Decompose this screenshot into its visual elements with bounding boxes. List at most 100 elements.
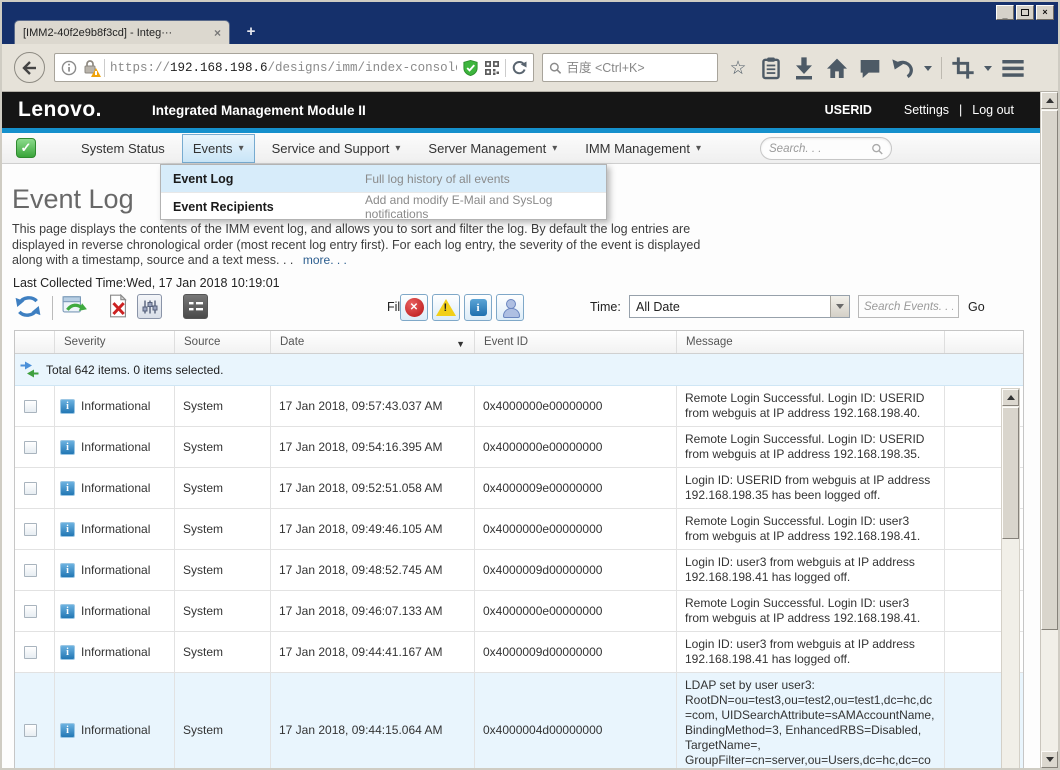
bookmark-star-icon[interactable]: ☆ bbox=[726, 56, 750, 80]
message-cell: LDAP set by user user3: RootDN=ou=test3,… bbox=[677, 673, 945, 768]
table-scroll-up-button[interactable] bbox=[1002, 389, 1019, 406]
delete-events-button[interactable] bbox=[106, 294, 130, 318]
site-info-icon[interactable] bbox=[61, 60, 77, 76]
row-checkbox[interactable] bbox=[24, 441, 37, 454]
date-cell: 17 Jan 2018, 09:48:52.745 AM bbox=[271, 550, 475, 590]
source-cell: System bbox=[175, 427, 271, 467]
nav-item-imm-management[interactable]: IMM Management▾ bbox=[574, 134, 712, 163]
search-events-box[interactable] bbox=[858, 295, 959, 318]
reload-icon[interactable] bbox=[511, 60, 527, 76]
menu-item-event-recipients[interactable]: Event RecipientsAdd and modify E-Mail an… bbox=[161, 192, 606, 219]
screenshot-dropdown-icon[interactable] bbox=[984, 66, 992, 71]
downloads-icon[interactable] bbox=[792, 56, 816, 80]
tab-close-icon[interactable]: × bbox=[214, 26, 221, 40]
screenshot-tool-icon[interactable] bbox=[951, 56, 975, 80]
bookmarks-menu-icon[interactable] bbox=[759, 56, 783, 80]
more-link[interactable]: more. . . bbox=[303, 253, 347, 267]
event-log-row[interactable]: i Informational System 17 Jan 2018, 09:4… bbox=[15, 632, 1023, 673]
event-log-row[interactable]: i Informational System 17 Jan 2018, 09:5… bbox=[15, 468, 1023, 509]
column-header-source[interactable]: Source bbox=[175, 331, 271, 353]
insecure-lock-icon[interactable] bbox=[82, 59, 99, 76]
search-events-input[interactable] bbox=[864, 301, 953, 313]
url-text[interactable]: https://192.168.198.6/designs/imm/index-… bbox=[110, 61, 457, 75]
toolbar-divider bbox=[52, 296, 53, 320]
shield-check-icon[interactable] bbox=[462, 59, 479, 77]
message-cell: Login ID: user3 from webguis at IP addre… bbox=[677, 550, 945, 590]
browser-tab[interactable]: [IMM2-40f2e9b8f3cd] - Integ··· × bbox=[14, 20, 230, 44]
severity-label: Informational bbox=[81, 481, 150, 496]
browser-scrollbar[interactable] bbox=[1040, 92, 1058, 768]
nav-search-input[interactable] bbox=[769, 143, 871, 155]
refresh-button[interactable] bbox=[14, 294, 42, 319]
nav-item-events[interactable]: Events▾ bbox=[182, 134, 255, 163]
checkbox-column-header bbox=[15, 331, 55, 353]
go-button[interactable]: Go bbox=[968, 300, 985, 314]
nav-item-service-and-support[interactable]: Service and Support▾ bbox=[261, 134, 412, 163]
menu-item-event-log[interactable]: Event LogFull log history of all events bbox=[161, 165, 606, 192]
row-checkbox[interactable] bbox=[24, 724, 37, 737]
event-log-row[interactable]: i Informational System 17 Jan 2018, 09:4… bbox=[15, 509, 1023, 550]
sort-descending-icon[interactable]: ▼ bbox=[456, 339, 465, 349]
filter-error-button[interactable]: ✕ bbox=[400, 294, 428, 321]
event-log-row[interactable]: i Informational System 17 Jan 2018, 09:5… bbox=[15, 386, 1023, 427]
qr-code-icon[interactable] bbox=[484, 60, 500, 76]
row-checkbox[interactable] bbox=[24, 482, 37, 495]
nav-search-box[interactable] bbox=[760, 137, 892, 160]
row-checkbox[interactable] bbox=[24, 646, 37, 659]
row-checkbox-cell bbox=[15, 427, 55, 467]
settings-link[interactable]: Settings bbox=[904, 103, 949, 117]
undo-dropdown-icon[interactable] bbox=[924, 66, 932, 71]
back-button[interactable] bbox=[14, 52, 45, 83]
export-log-button[interactable] bbox=[62, 294, 88, 318]
select-arrow-icon[interactable] bbox=[830, 296, 849, 317]
logout-link[interactable]: Log out bbox=[972, 103, 1014, 117]
description-line: along with a timestamp, source and a tex… bbox=[12, 253, 293, 267]
informational-icon: i bbox=[60, 723, 75, 738]
severity-cell: i Informational bbox=[55, 468, 175, 508]
back-arrow-icon bbox=[21, 60, 38, 76]
filter-informational-button[interactable]: i bbox=[464, 294, 492, 321]
event-log-row[interactable]: i Informational System 17 Jan 2018, 09:4… bbox=[15, 591, 1023, 632]
time-range-select[interactable]: All Date bbox=[629, 295, 850, 318]
filter-warning-button[interactable] bbox=[432, 294, 460, 321]
row-checkbox[interactable] bbox=[24, 564, 37, 577]
date-cell: 17 Jan 2018, 09:57:43.037 AM bbox=[271, 386, 475, 426]
event-log-row[interactable]: i Informational System 17 Jan 2018, 09:4… bbox=[15, 673, 1023, 768]
home-icon[interactable] bbox=[825, 56, 849, 80]
minimize-button[interactable]: _ bbox=[996, 5, 1014, 20]
browser-search-bar[interactable] bbox=[542, 53, 718, 82]
undo-icon[interactable] bbox=[891, 56, 915, 80]
scroll-up-button[interactable] bbox=[1041, 92, 1058, 109]
scroll-down-button[interactable] bbox=[1041, 751, 1058, 768]
filter-settings-button[interactable] bbox=[137, 294, 162, 319]
menu-hamburger-icon[interactable] bbox=[1001, 56, 1025, 80]
row-checkbox-cell bbox=[15, 509, 55, 549]
url-bar[interactable]: https://192.168.198.6/designs/imm/index-… bbox=[54, 53, 534, 82]
table-scrollbar-thumb[interactable] bbox=[1002, 407, 1019, 539]
browser-search-input[interactable] bbox=[566, 61, 711, 75]
nav-item-server-management[interactable]: Server Management▾ bbox=[417, 134, 568, 163]
row-checkbox-cell bbox=[15, 550, 55, 590]
row-checkbox[interactable] bbox=[24, 523, 37, 536]
close-button[interactable]: × bbox=[1036, 5, 1054, 20]
column-header-severity[interactable]: Severity bbox=[55, 331, 175, 353]
column-header-date[interactable]: Date▼ bbox=[271, 331, 475, 353]
filter-audit-button[interactable] bbox=[496, 294, 524, 321]
row-checkbox[interactable] bbox=[24, 400, 37, 413]
scrollbar-thumb[interactable] bbox=[1041, 110, 1058, 630]
severity-label: Informational bbox=[81, 645, 150, 660]
table-scrollbar[interactable] bbox=[1001, 388, 1020, 768]
new-tab-button[interactable]: + bbox=[238, 22, 264, 42]
event-log-row[interactable]: i Informational System 17 Jan 2018, 09:4… bbox=[15, 550, 1023, 591]
maximize-button[interactable] bbox=[1016, 5, 1034, 20]
column-header-message[interactable]: Message bbox=[677, 331, 945, 353]
event-log-row[interactable]: i Informational System 17 Jan 2018, 09:5… bbox=[15, 427, 1023, 468]
messenger-icon[interactable] bbox=[858, 56, 882, 80]
column-header-event-id[interactable]: Event ID bbox=[475, 331, 677, 353]
row-checkbox[interactable] bbox=[24, 605, 37, 618]
severity-label: Informational bbox=[81, 604, 150, 619]
event-id-cell: 0x4000000e00000000 bbox=[475, 591, 677, 631]
legend-button[interactable] bbox=[183, 294, 208, 319]
chevron-down-icon: ▾ bbox=[395, 143, 400, 154]
nav-item-system-status[interactable]: System Status bbox=[70, 134, 176, 163]
